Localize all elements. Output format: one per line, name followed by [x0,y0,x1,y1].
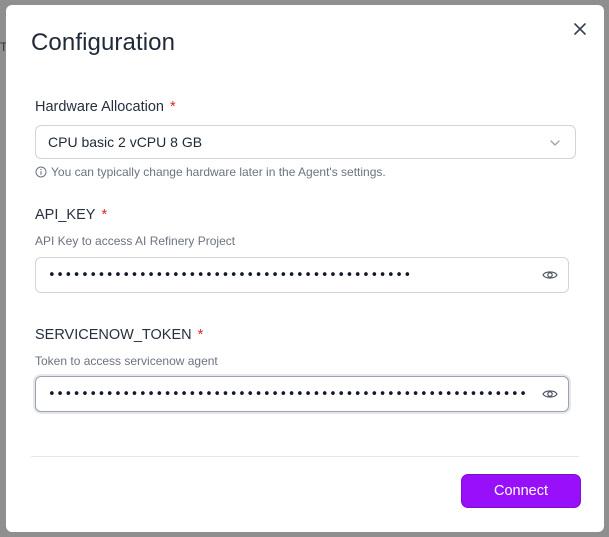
required-mark: * [101,207,108,223]
close-icon [574,23,586,35]
chevron-down-icon [550,140,560,146]
hardware-hint: You can typically change hardware later … [35,165,386,179]
servicenow-token-label: SERVICENOW_TOKEN * [35,327,203,343]
api-key-description: API Key to access AI Refinery Project [35,234,236,248]
eye-icon[interactable] [542,268,558,282]
eye-icon[interactable] [542,387,558,401]
api-key-masked-value: ••••••••••••••••••••••••••••••••••••••••… [48,267,412,283]
required-mark: * [169,99,176,115]
hardware-select[interactable]: CPU basic 2 vCPU 8 GB [35,125,576,159]
configuration-dialog: Configuration Hardware Allocation * CPU b… [6,5,604,532]
api-key-label-text: API_KEY [35,207,96,223]
required-mark: * [197,327,204,343]
hardware-label: Hardware Allocation * [35,99,176,115]
api-key-field[interactable]: ••••••••••••••••••••••••••••••••••••••••… [35,257,569,293]
servicenow-token-field[interactable]: ••••••••••••••••••••••••••••••••••••••••… [35,376,569,412]
close-button[interactable] [570,19,590,39]
hardware-select-value: CPU basic 2 vCPU 8 GB [48,134,203,150]
servicenow-token-label-text: SERVICENOW_TOKEN [35,327,192,343]
connect-button[interactable]: Connect [461,474,581,508]
dialog-title: Configuration [31,29,176,56]
servicenow-token-masked-value: ••••••••••••••••••••••••••••••••••••••••… [48,386,526,402]
api-key-label: API_KEY * [35,207,107,223]
servicenow-token-description: Token to access servicenow agent [35,354,218,368]
hardware-label-text: Hardware Allocation [35,99,164,115]
hardware-hint-text: You can typically change hardware later … [51,165,386,179]
info-icon [35,166,47,178]
footer-divider [31,456,579,457]
